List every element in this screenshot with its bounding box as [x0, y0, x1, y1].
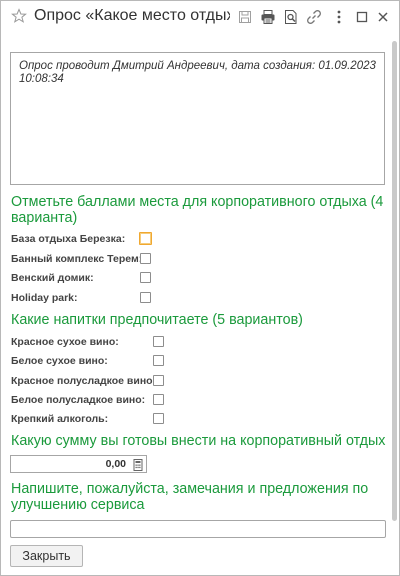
save-icon[interactable] — [237, 9, 253, 25]
restore-icon[interactable] — [354, 9, 370, 25]
drink-checkbox-red-dry[interactable] — [153, 336, 164, 347]
link-icon[interactable] — [306, 9, 322, 25]
feedback-input[interactable] — [10, 520, 386, 538]
survey-info-memo[interactable]: Опрос проводит Дмитрий Андреевич, дата с… — [10, 52, 385, 185]
place-label-venskiy: Венский домик: — [11, 272, 94, 284]
place-checkbox-berezka[interactable] — [139, 232, 152, 245]
place-checkbox-terem[interactable] — [140, 253, 151, 264]
drink-label-red-semisweet: Красное полусладкое вино: — [11, 375, 157, 387]
drink-checkbox-red-semisweet[interactable] — [153, 375, 164, 386]
window-title: Опрос «Какое место отдых… — [34, 7, 230, 24]
star-icon[interactable] — [11, 8, 27, 24]
amount-input[interactable]: 0,00 — [10, 455, 147, 473]
amount-heading: Какую сумму вы готовы внести на корпорат… — [11, 433, 386, 449]
places-heading: Отметьте баллами места для корпоративног… — [11, 194, 384, 226]
drink-checkbox-white-dry[interactable] — [153, 355, 164, 366]
place-label-berezka: База отдыха Березка: — [11, 233, 126, 245]
place-label-holiday-park: Holiday park: — [11, 292, 78, 304]
place-label-terem: Банный комплекс Терем: — [11, 253, 143, 265]
amount-value: 0,00 — [105, 458, 126, 470]
calculator-icon[interactable] — [132, 458, 144, 471]
more-icon[interactable] — [331, 9, 347, 25]
scrollbar[interactable] — [392, 41, 397, 521]
drink-checkbox-white-semisweet[interactable] — [153, 394, 164, 405]
title-bar: Опрос «Какое место отдых… — [1, 1, 399, 33]
survey-window: Опрос «Какое место отдых… Опрос проводит… — [0, 0, 400, 576]
preview-icon[interactable] — [283, 9, 299, 25]
print-icon[interactable] — [260, 9, 276, 25]
drink-label-white-dry: Белое сухое вино: — [11, 355, 108, 367]
close-icon[interactable] — [375, 9, 391, 25]
drinks-heading: Какие напитки предпочитаете (5 вариантов… — [11, 312, 303, 328]
drink-label-red-dry: Красное сухое вино: — [11, 336, 119, 348]
place-checkbox-holiday-park[interactable] — [140, 292, 151, 303]
feedback-heading: Напишите, пожалуйста, замечания и предло… — [11, 481, 369, 513]
place-checkbox-venskiy[interactable] — [140, 272, 151, 283]
close-button[interactable]: Закрыть — [10, 545, 83, 567]
drink-label-white-semisweet: Белое полусладкое вино: — [11, 394, 146, 406]
drink-checkbox-strong[interactable] — [153, 413, 164, 424]
drink-label-strong: Крепкий алкоголь: — [11, 413, 109, 425]
